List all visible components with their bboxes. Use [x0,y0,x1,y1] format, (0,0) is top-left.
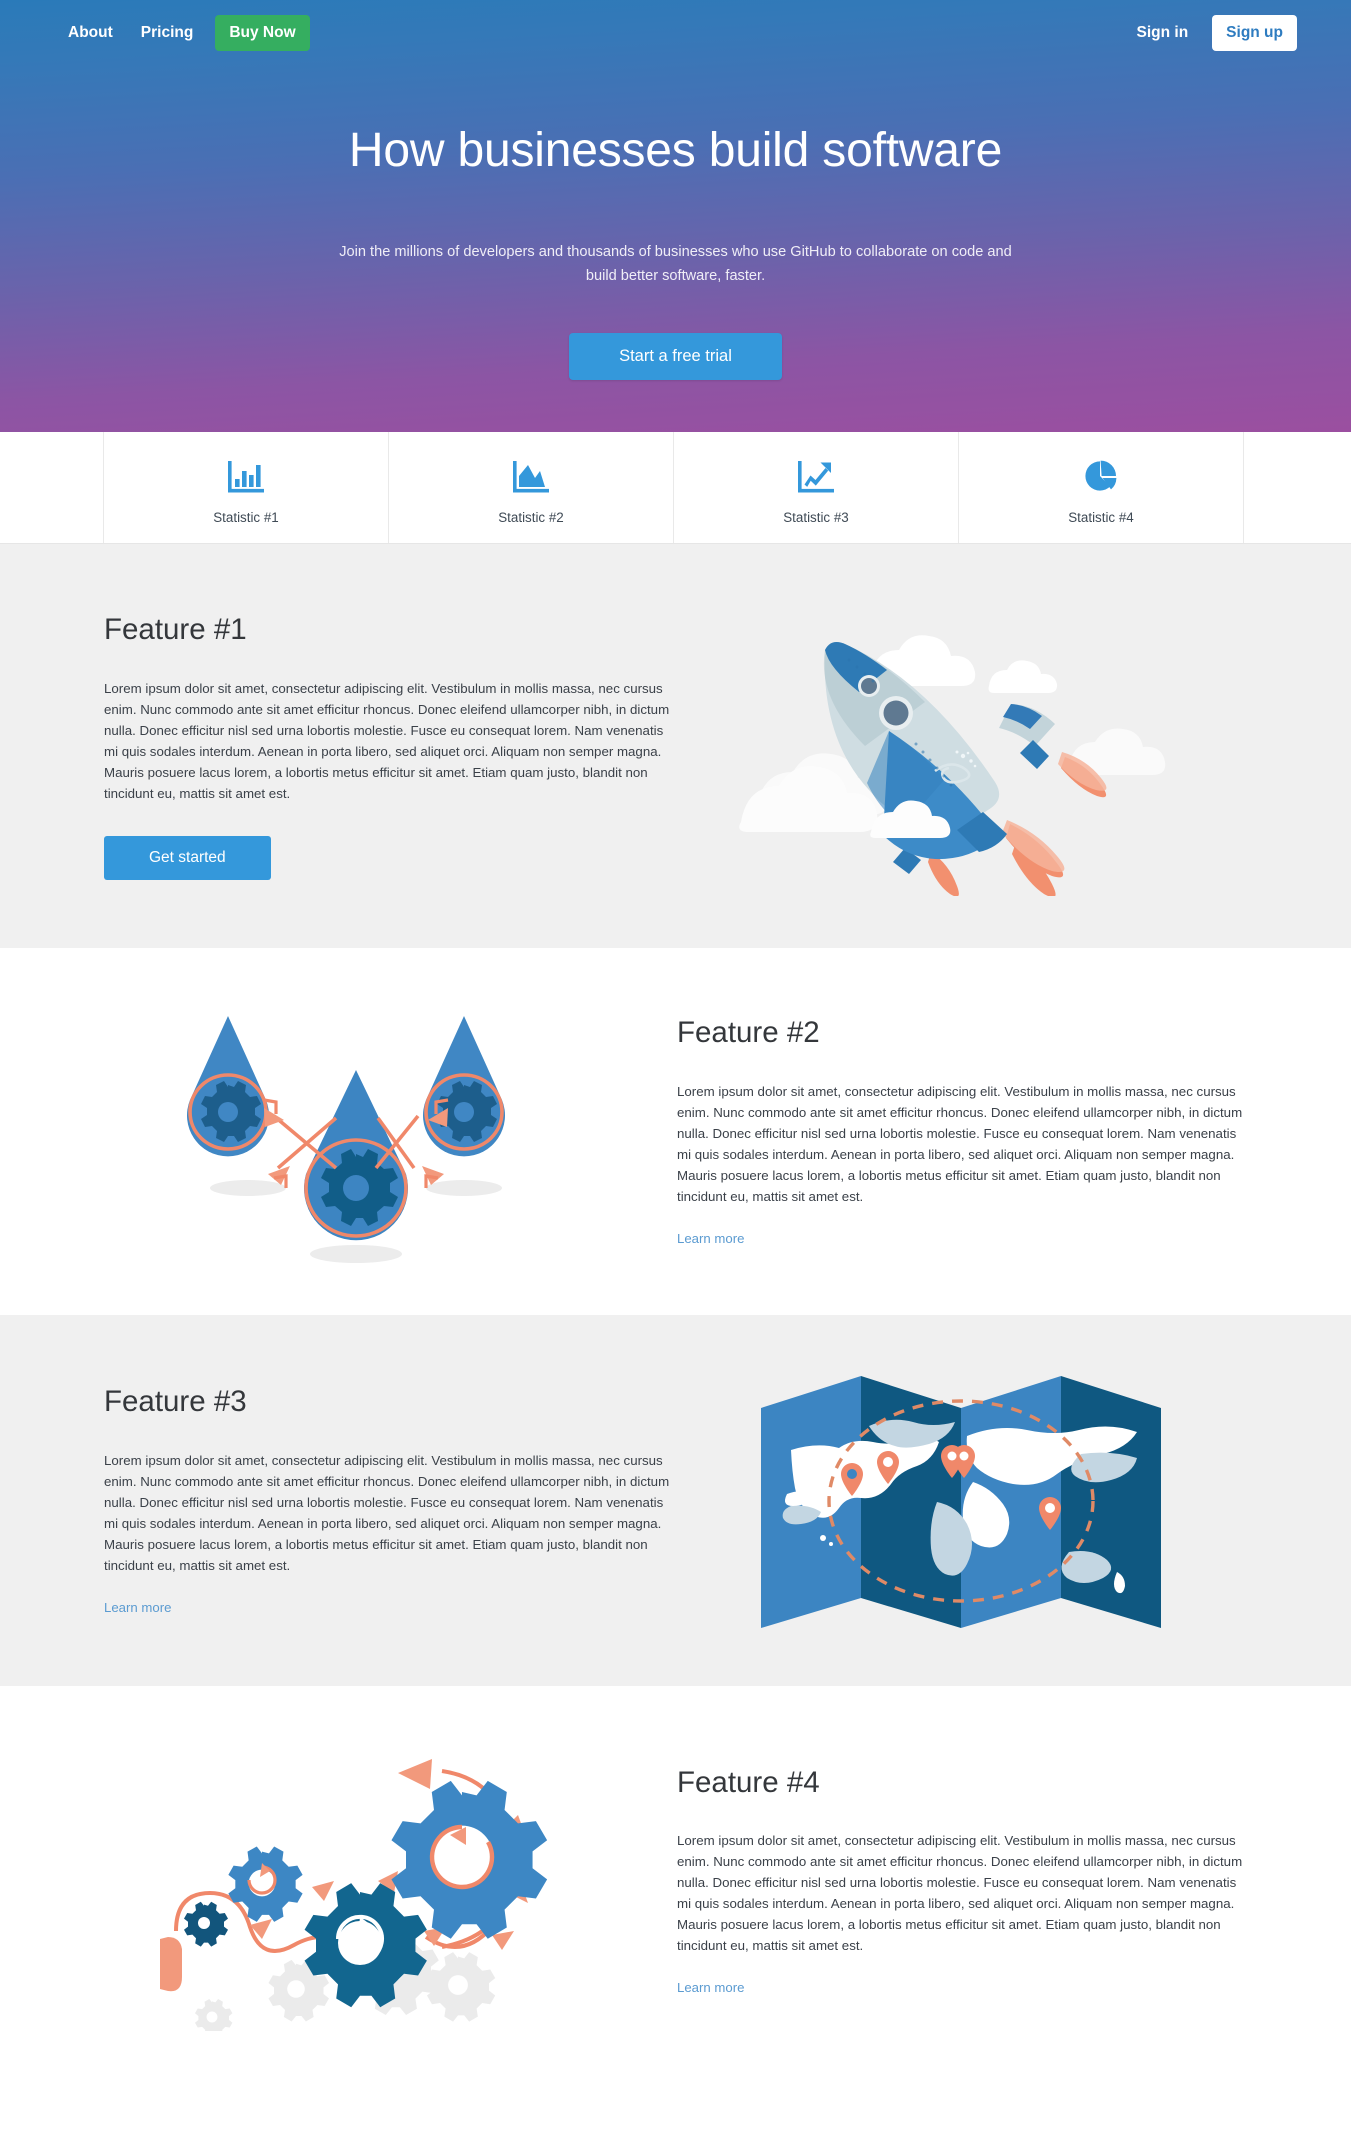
nav-link-pricing[interactable]: Pricing [127,15,208,51]
droplets-gears-illustration [186,1015,505,1263]
feature-2-text-column: Feature #2 Lorem ipsum dolor sit amet, c… [677,1015,1247,1247]
stat-label-1: Statistic #1 [213,509,279,525]
feature-section-4: Feature #4 Lorem ipsum dolor sit amet, c… [0,1686,1351,2076]
feature-2-title: Feature #2 [677,1016,820,1050]
sign-in-link[interactable]: Sign in [1123,15,1203,51]
stats-left-spacer [0,432,103,543]
feature-3-text-column: Feature #3 Lorem ipsum dolor sit amet, c… [104,1384,674,1616]
stat-label-2: Statistic #2 [498,509,564,525]
feature-1-text-column: Feature #1 Lorem ipsum dolor sit amet, c… [104,612,674,880]
feature-2-body: Lorem ipsum dolor sit amet, consectetur … [677,1083,1243,1204]
feature-3-body: Lorem ipsum dolor sit amet, consectetur … [104,1452,670,1573]
nav-link-about[interactable]: About [54,15,127,51]
feature-3-media-column [674,1315,1247,1686]
hero-section: About Pricing Buy Now Sign in Sign up Ho… [0,0,1351,432]
feature-1-body: Lorem ipsum dolor sit amet, consectetur … [104,680,670,801]
line-chart-up-icon [796,455,836,497]
feature-4-title: Feature #4 [677,1765,820,1799]
top-navbar: About Pricing Buy Now Sign in Sign up [0,0,1351,66]
buy-now-button[interactable]: Buy Now [215,15,310,51]
nav-right-group: Sign in Sign up [1123,15,1297,51]
feature-2-media-column [104,948,607,1315]
sign-up-button[interactable]: Sign up [1212,15,1297,51]
feature-4-media-column [104,1686,607,2076]
feature-4-body: Lorem ipsum dolor sit amet, consectetur … [677,1833,1243,1954]
feature-section-1: Feature #1 Lorem ipsum dolor sit amet, c… [0,544,1351,948]
hero-subtitle: Join the millions of developers and thou… [339,244,1012,285]
gears-flow-illustration [159,1759,547,2031]
get-started-button[interactable]: Get started [104,835,271,880]
bar-chart-icon [226,455,266,497]
pie-chart-icon [1081,455,1121,497]
stat-item-2[interactable]: Statistic #2 [388,432,673,543]
hero-cta-wrapper: Start a free trial [0,333,1351,381]
stat-label-3: Statistic #3 [783,509,849,525]
feature-3-title: Feature #3 [104,1385,247,1419]
stat-item-3[interactable]: Statistic #3 [673,432,958,543]
world-map-illustration [760,1375,1161,1628]
stat-label-4: Statistic #4 [1068,509,1134,525]
rocket-illustration [738,635,1165,896]
learn-more-link-3[interactable]: Learn more [104,1600,171,1615]
stat-item-1[interactable]: Statistic #1 [103,432,388,543]
statistics-bar: Statistic #1 Statistic #2 Statistic #3 S… [0,432,1351,544]
learn-more-link-2[interactable]: Learn more [677,1231,744,1246]
feature-4-text-column: Feature #4 Lorem ipsum dolor sit amet, c… [677,1765,1247,1997]
nav-left-group: About Pricing Buy Now [54,15,310,51]
learn-more-link-4[interactable]: Learn more [677,1980,744,1995]
start-free-trial-button[interactable]: Start a free trial [569,333,782,381]
feature-1-media-column [674,544,1247,948]
area-chart-icon [511,455,551,497]
feature-section-2: Feature #2 Lorem ipsum dolor sit amet, c… [0,948,1351,1315]
hero-title: How businesses build software [348,124,1003,177]
stat-item-4[interactable]: Statistic #4 [958,432,1243,543]
stats-right-spacer [1243,432,1351,543]
feature-section-3: Feature #3 Lorem ipsum dolor sit amet, c… [0,1315,1351,1686]
feature-1-title: Feature #1 [104,613,247,647]
